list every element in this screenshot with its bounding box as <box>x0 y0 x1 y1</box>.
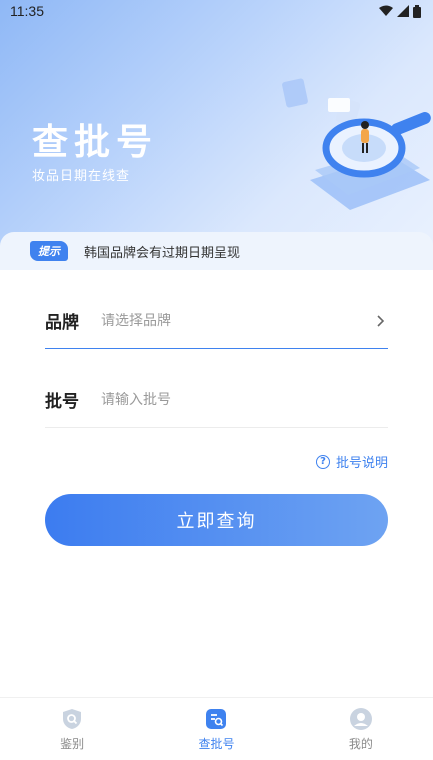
batch-label: 批号 <box>45 392 79 412</box>
nav-label-mine: 我的 <box>348 736 373 751</box>
chevron-right-icon[interactable] <box>374 314 388 328</box>
question-icon: ? <box>315 454 330 469</box>
nav-item-mine[interactable]: 我的 <box>289 698 433 760</box>
nav-label-identify: 鉴别 <box>60 736 85 751</box>
nav-item-batch[interactable]: 查批号 <box>144 698 288 760</box>
battery-icon <box>413 4 421 18</box>
batch-search-icon <box>206 708 227 729</box>
page-subtitle: 妆品日期在线查 <box>32 169 131 184</box>
user-icon <box>349 707 372 730</box>
signal-icon <box>397 5 409 17</box>
batch-input[interactable] <box>101 391 388 408</box>
tip-bar: 提示 韩国品牌会有过期日期呈现 <box>0 232 433 270</box>
hero-banner: 查批号 妆品日期在线查 <box>0 0 433 250</box>
batch-help-link[interactable]: ? 批号说明 <box>315 452 388 471</box>
brand-select[interactable] <box>101 312 374 329</box>
magnifier-illustration <box>282 78 431 210</box>
batch-field[interactable]: 批号 <box>45 372 388 428</box>
query-button[interactable]: 立即查询 <box>45 494 388 546</box>
nav-label-batch: 查批号 <box>198 736 235 751</box>
status-bar: 11:35 <box>0 0 433 22</box>
page-title: 查批号 <box>32 122 159 163</box>
status-time: 11:35 <box>10 3 44 19</box>
status-icons <box>379 4 421 18</box>
bottom-nav: 鉴别 查批号 我的 <box>0 697 433 760</box>
tip-text: 韩国品牌会有过期日期呈现 <box>84 245 241 261</box>
batch-help-label: 批号说明 <box>335 456 388 471</box>
shield-search-icon <box>63 708 82 729</box>
brand-field[interactable]: 品牌 <box>45 293 388 349</box>
tip-badge: 提示 <box>30 241 68 261</box>
nav-item-identify[interactable]: 鉴别 <box>0 698 144 760</box>
wifi-icon <box>379 5 393 16</box>
brand-label: 品牌 <box>45 313 79 333</box>
